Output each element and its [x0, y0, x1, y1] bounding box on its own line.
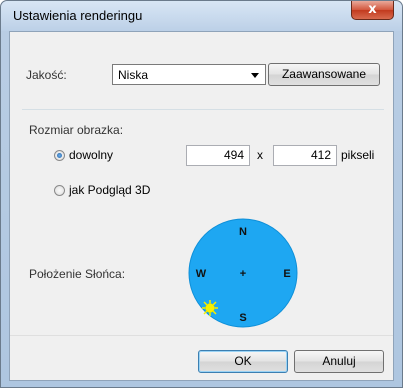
radio-3d-preview-label[interactable]: jak Podgląd 3D: [69, 183, 150, 197]
advanced-button[interactable]: Zaawansowane: [268, 63, 380, 86]
size-unit-label: pikseli: [341, 148, 375, 162]
radio-custom-size-label[interactable]: dowolny: [69, 148, 113, 162]
dialog-window: Ustawienia renderingu x Jakość: Niska Za…: [0, 0, 403, 388]
dialog-client-area: Jakość: Niska Zaawansowane Rozmiar obraz…: [9, 31, 394, 381]
quality-label: Jakość:: [26, 68, 67, 82]
title-bar[interactable]: Ustawienia renderingu: [1, 1, 402, 31]
dialog-title: Ustawienia renderingu: [13, 8, 143, 23]
radio-3d-preview[interactable]: [54, 185, 65, 196]
image-size-label: Rozmiar obrazka:: [29, 123, 124, 137]
sun-position-compass[interactable]: N W E S +: [188, 218, 298, 331]
quality-dropdown[interactable]: Niska: [112, 64, 266, 85]
width-input[interactable]: 494: [186, 145, 250, 166]
height-input[interactable]: 412: [273, 145, 337, 166]
compass-east: E: [283, 268, 290, 280]
compass-west: W: [196, 268, 207, 280]
compass-center: +: [240, 268, 246, 280]
compass-north: N: [239, 226, 247, 238]
sun-position-label: Położenie Słońca:: [29, 267, 126, 281]
divider: [22, 109, 384, 110]
footer-divider: [10, 335, 393, 336]
size-separator: x: [257, 148, 263, 162]
quality-dropdown-value: Niska: [118, 68, 149, 82]
close-button[interactable]: x: [351, 1, 394, 20]
compass-graphic: N W E S +: [188, 218, 298, 328]
sun-icon[interactable]: [202, 300, 218, 316]
cancel-button[interactable]: Anuluj: [294, 350, 384, 373]
ok-button[interactable]: OK: [198, 350, 288, 373]
chevron-down-icon: [251, 73, 259, 78]
radio-custom-size[interactable]: [54, 150, 65, 161]
compass-south: S: [239, 312, 246, 324]
